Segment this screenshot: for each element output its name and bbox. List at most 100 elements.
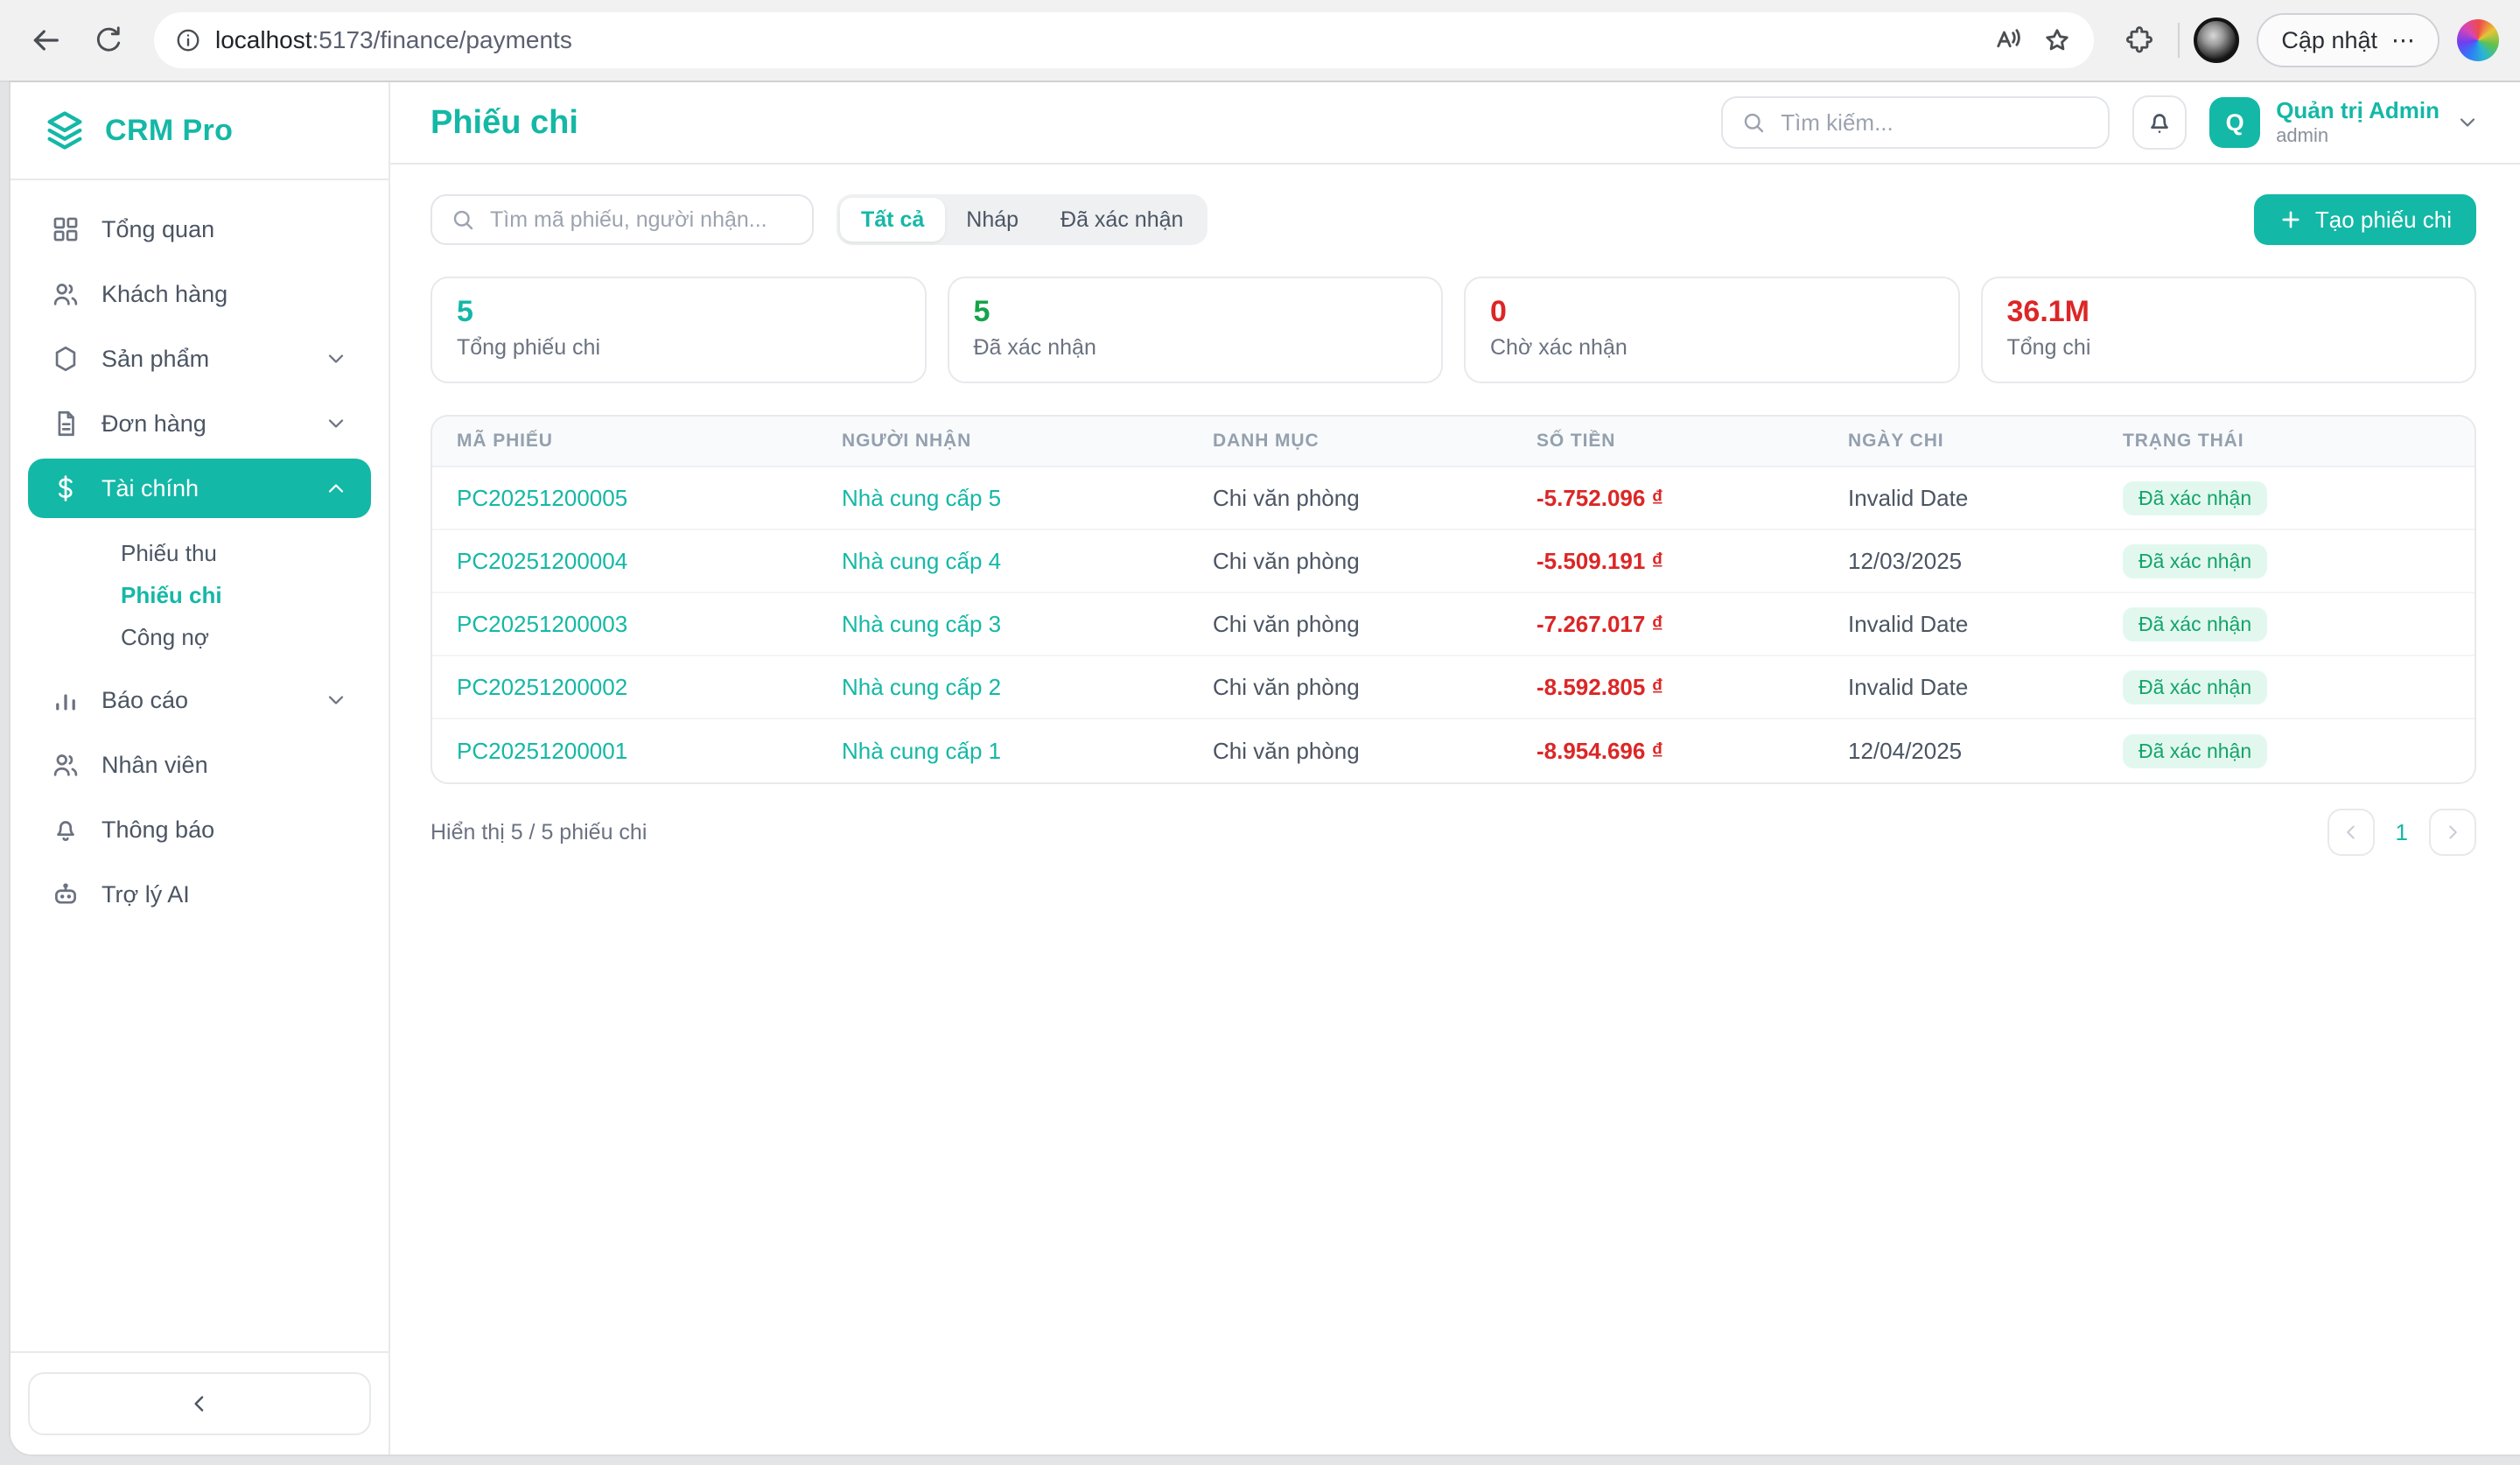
- recipient-link[interactable]: Nhà cung cấp 4: [817, 548, 1188, 575]
- sidebar-item-tong-quan[interactable]: Tổng quan: [28, 200, 371, 259]
- sidebar-item-san-pham[interactable]: Sản phẩm: [28, 329, 371, 389]
- sidebar-item-thong-bao[interactable]: Thông báo: [28, 800, 371, 859]
- address-bar[interactable]: localhost:5173/finance/payments: [154, 12, 2094, 68]
- sidebar-collapse-button[interactable]: [28, 1372, 371, 1435]
- puzzle-icon: [2124, 25, 2155, 56]
- employees-icon: [51, 750, 80, 780]
- copilot-icon[interactable]: [2457, 19, 2499, 61]
- table-row: PC20251200005 Nhà cung cấp 5 Chi văn phò…: [432, 467, 2474, 530]
- sidebar-item-label: Khách hàng: [102, 281, 228, 308]
- sidebar-item-bao-cao[interactable]: Báo cáo: [28, 670, 371, 730]
- plus-icon: [2278, 207, 2303, 232]
- prev-page-button[interactable]: [2328, 809, 2375, 856]
- table-row: PC20251200004 Nhà cung cấp 4 Chi văn phò…: [432, 530, 2474, 593]
- column-header: MÃ PHIẾU: [432, 431, 817, 452]
- chevron-left-icon: [186, 1391, 213, 1417]
- column-header: DANH MỤC: [1188, 431, 1512, 452]
- site-info-icon[interactable]: [175, 27, 201, 53]
- dashboard-icon: [51, 214, 80, 244]
- voucher-code-link[interactable]: PC20251200003: [432, 611, 817, 638]
- current-page[interactable]: 1: [2390, 819, 2413, 846]
- date-cell: Invalid Date: [1824, 674, 2098, 701]
- amount-cell: -8.954.696 ₫: [1512, 738, 1824, 765]
- user-menu[interactable]: Q Quản trị Admin admin: [2209, 97, 2480, 148]
- filter-da-xac-nhan[interactable]: Đã xác nhận: [1040, 198, 1204, 242]
- recipient-link[interactable]: Nhà cung cấp 5: [817, 485, 1188, 512]
- voucher-code-link[interactable]: PC20251200005: [432, 485, 817, 512]
- sidebar-item-label: Thông báo: [102, 817, 214, 844]
- stat-value: 5: [974, 294, 1418, 330]
- extensions-button[interactable]: [2115, 16, 2164, 65]
- amount-cell: -5.752.096 ₫: [1512, 485, 1824, 512]
- notifications-button[interactable]: [2132, 95, 2187, 150]
- column-header: NGÀY CHI: [1824, 431, 2098, 452]
- browser-back-button[interactable]: [21, 16, 70, 65]
- chevron-down-icon: [324, 411, 348, 436]
- bell-icon: [51, 815, 80, 845]
- table-header-row: MÃ PHIẾU NGƯỜI NHẬN DANH MỤC SỐ TIỀN NGÀ…: [432, 417, 2474, 467]
- status-badge: Đã xác nhận: [2123, 481, 2267, 515]
- stat-value: 36.1M: [2007, 294, 2451, 330]
- search-icon: [450, 207, 476, 233]
- vouchers-table: MÃ PHIẾU NGƯỜI NHẬN DANH MỤC SỐ TIỀN NGÀ…: [430, 415, 2476, 784]
- status-badge: Đã xác nhận: [2123, 734, 2267, 768]
- chevron-left-icon: [2340, 821, 2362, 844]
- column-header: SỐ TIỀN: [1512, 431, 1824, 452]
- brand-name: CRM Pro: [105, 114, 233, 148]
- browser-toolbar: localhost:5173/finance/payments Cập nhật…: [0, 0, 2520, 82]
- category-cell: Chi văn phòng: [1188, 548, 1512, 575]
- global-search-input[interactable]: [1781, 109, 2090, 137]
- read-aloud-icon[interactable]: [1992, 25, 2024, 56]
- submenu-item-phieu-chi[interactable]: Phiếu chi: [28, 574, 371, 616]
- voucher-code-link[interactable]: PC20251200002: [432, 674, 817, 701]
- sidebar-item-khach-hang[interactable]: Khách hàng: [28, 264, 371, 324]
- sidebar-item-don-hang[interactable]: Đơn hàng: [28, 394, 371, 453]
- next-page-button[interactable]: [2429, 809, 2476, 856]
- bell-icon: [2145, 108, 2174, 137]
- recipient-link[interactable]: Nhà cung cấp 2: [817, 674, 1188, 701]
- sidebar-item-label: Tài chính: [102, 475, 199, 502]
- stat-value: 5: [457, 294, 900, 330]
- orders-icon: [51, 409, 80, 438]
- favorite-star-icon[interactable]: [2041, 25, 2073, 56]
- sidebar-item-nhan-vien[interactable]: Nhân viên: [28, 735, 371, 795]
- status-filter: Tất cả Nháp Đã xác nhận: [836, 194, 1208, 245]
- brand[interactable]: CRM Pro: [10, 82, 388, 180]
- voucher-search[interactable]: [430, 194, 814, 245]
- stat-label: Đã xác nhận: [974, 335, 1418, 361]
- avatar: Q: [2209, 97, 2260, 148]
- stat-cards: 5 Tổng phiếu chi 5 Đã xác nhận 0 Chờ xác…: [430, 277, 2476, 383]
- customers-icon: [51, 279, 80, 309]
- stat-label: Tổng phiếu chi: [457, 335, 900, 361]
- browser-reload-button[interactable]: [84, 16, 133, 65]
- submenu-item-cong-no[interactable]: Công nợ: [28, 616, 371, 658]
- recipient-link[interactable]: Nhà cung cấp 1: [817, 738, 1188, 765]
- voucher-search-input[interactable]: [490, 207, 794, 233]
- filter-nhap[interactable]: Nháp: [945, 198, 1040, 242]
- table-row: PC20251200003 Nhà cung cấp 3 Chi văn phò…: [432, 593, 2474, 656]
- sidebar-item-label: Nhân viên: [102, 752, 208, 779]
- table-row: PC20251200001 Nhà cung cấp 1 Chi văn phò…: [432, 719, 2474, 782]
- layers-logo-icon: [42, 108, 88, 153]
- toolbar-divider: [2178, 23, 2180, 58]
- stat-label: Tổng chi: [2007, 335, 2451, 361]
- sidebar-footer: [10, 1351, 388, 1454]
- user-role: admin: [2276, 124, 2440, 146]
- voucher-code-link[interactable]: PC20251200004: [432, 548, 817, 575]
- browser-update-button[interactable]: Cập nhật ⋯: [2257, 13, 2440, 67]
- sidebar: CRM Pro Tổng quan Khách hàng Sản phẩm: [10, 82, 390, 1454]
- submenu-item-phieu-thu[interactable]: Phiếu thu: [28, 532, 371, 574]
- global-search[interactable]: [1721, 96, 2110, 149]
- category-cell: Chi văn phòng: [1188, 738, 1512, 765]
- chevron-down-icon: [324, 347, 348, 371]
- sidebar-item-tai-chinh[interactable]: Tài chính: [28, 459, 371, 518]
- create-voucher-button[interactable]: Tạo phiếu chi: [2254, 194, 2476, 245]
- browser-profile-avatar[interactable]: [2194, 18, 2239, 63]
- recipient-link[interactable]: Nhà cung cấp 3: [817, 611, 1188, 638]
- filter-tat-ca[interactable]: Tất cả: [840, 198, 945, 242]
- voucher-code-link[interactable]: PC20251200001: [432, 738, 817, 765]
- sidebar-item-label: Sản phẩm: [102, 346, 209, 373]
- stat-pending: 0 Chờ xác nhận: [1464, 277, 1960, 383]
- sidebar-nav: Tổng quan Khách hàng Sản phẩm Đơn hàng: [10, 180, 388, 1351]
- sidebar-item-tro-ly-ai[interactable]: Trợ lý AI: [28, 865, 371, 924]
